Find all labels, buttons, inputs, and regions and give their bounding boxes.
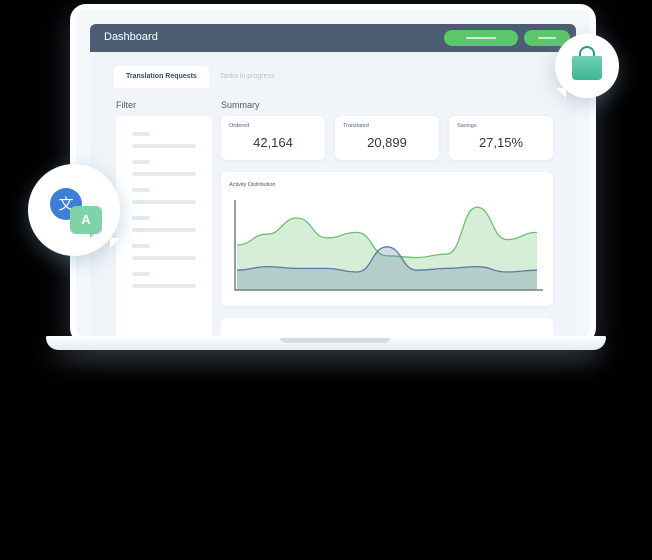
activity-chart-card: Activity Distribution [221, 172, 553, 306]
filter-option-label [132, 216, 150, 220]
stat-label: Savings [457, 123, 477, 129]
stat-value: 27,15% [478, 135, 524, 150]
stage: Dashboard Translation Requests Tasks in … [0, 0, 652, 560]
chart-title: Activity Distribution [229, 182, 276, 188]
stat-value: 20,899 [367, 135, 407, 150]
filter-option-label [132, 160, 150, 164]
top-bar: Dashboard [90, 24, 576, 52]
filter-option-bar[interactable] [132, 228, 196, 232]
stat-card-ordered[interactable]: Ordered 42,164 [221, 116, 325, 160]
translate-bubble: 文 A [28, 164, 120, 256]
filter-option-bar[interactable] [132, 284, 196, 288]
filter-option-bar[interactable] [132, 144, 196, 148]
filter-panel [116, 116, 212, 338]
laptop-notch [280, 338, 390, 343]
filter-option-label [132, 188, 150, 192]
bubble-tail [556, 88, 566, 98]
stat-card-savings[interactable]: Savings 27,15% [449, 116, 553, 160]
tab-translation-requests[interactable]: Translation Requests [114, 66, 209, 88]
language-a-icon: A [70, 206, 102, 238]
primary-action-button[interactable] [444, 30, 518, 46]
stat-label: Ordered [229, 123, 250, 129]
stat-value: 42,164 [253, 135, 293, 150]
stat-card-translated[interactable]: Translated 20,899 [335, 116, 439, 160]
filter-option-label [132, 132, 150, 136]
filter-option-bar[interactable] [132, 256, 196, 260]
shopping-bag-icon [572, 56, 602, 80]
filter-option-label [132, 244, 150, 248]
dashboard-content: Translation Requests Tasks in progress F… [90, 52, 576, 338]
bubble-tail [110, 238, 120, 248]
page-title: Dashboard [104, 31, 158, 43]
filter-option-bar[interactable] [132, 172, 196, 176]
laptop-screen: Dashboard Translation Requests Tasks in … [70, 4, 596, 344]
tab-tasks-in-progress[interactable]: Tasks in progress [208, 66, 286, 88]
stat-label: Translated [343, 123, 369, 129]
summary-heading: Summary [221, 100, 260, 110]
filter-option-label [132, 272, 150, 276]
activity-chart [234, 200, 543, 291]
filter-option-bar[interactable] [132, 200, 196, 204]
filter-heading: Filter [116, 100, 136, 110]
